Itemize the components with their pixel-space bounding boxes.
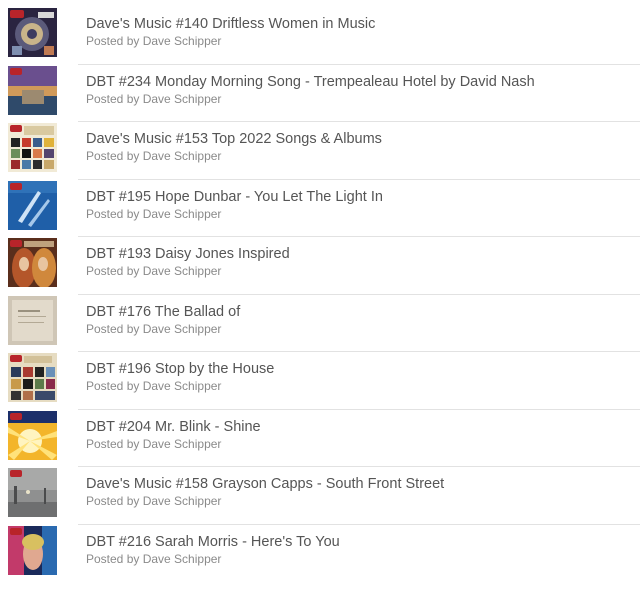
thumbnail-image (8, 295, 57, 345)
post-item: DBT #196 Stop by the House Posted by Dav… (0, 351, 640, 409)
post-thumbnail[interactable] (8, 295, 57, 345)
post-title[interactable]: DBT #216 Sarah Morris - Here's To You (86, 533, 632, 551)
thumbnail-image (8, 525, 57, 575)
post-title[interactable]: DBT #195 Hope Dunbar - You Let The Light… (86, 188, 632, 206)
post-byline: Posted by Dave Schipper (86, 321, 222, 336)
post-title[interactable]: Dave's Music #158 Grayson Capps - South … (86, 475, 632, 493)
post-title[interactable]: DBT #204 Mr. Blink - Shine (86, 418, 632, 436)
post-item: Dave's Music #158 Grayson Capps - South … (0, 466, 640, 524)
post-thumbnail[interactable] (8, 180, 57, 230)
post-byline: Posted by Dave Schipper (86, 34, 222, 48)
post-byline: Posted by Dave Schipper (86, 436, 222, 451)
post-title[interactable]: DBT #193 Daisy Jones Inspired (86, 245, 632, 263)
thumbnail-image (8, 468, 57, 517)
post-thumbnail[interactable] (8, 123, 57, 172)
post-item: DBT #216 Sarah Morris - Here's To You Po… (0, 523, 640, 582)
post-byline: Posted by Dave Schipper (86, 264, 222, 278)
post-title[interactable]: DBT #176 The Ballad of (86, 303, 632, 321)
post-thumbnail[interactable] (8, 65, 57, 115)
post-thumbnail[interactable] (8, 525, 57, 575)
post-byline: Posted by Dave Schipper (86, 91, 222, 106)
post-text: DBT #176 The Ballad of Posted by Dave Sc… (86, 303, 632, 337)
post-text: DBT #193 Daisy Jones Inspired Posted by … (86, 245, 632, 279)
post-byline: Posted by Dave Schipper (86, 379, 222, 393)
post-title[interactable]: DBT #196 Stop by the House (86, 360, 632, 378)
post-item: Dave's Music #153 Top 2022 Songs & Album… (0, 121, 640, 179)
post-thumbnail[interactable] (8, 410, 57, 460)
thumbnail-image (8, 410, 57, 460)
post-item: Dave's Music #140 Driftless Women in Mus… (0, 6, 640, 64)
post-item: DBT #193 Daisy Jones Inspired Posted by … (0, 236, 640, 294)
post-text: Dave's Music #153 Top 2022 Songs & Album… (86, 130, 632, 164)
post-text: Dave's Music #140 Driftless Women in Mus… (86, 15, 632, 49)
post-list: Dave's Music #140 Driftless Women in Mus… (0, 0, 640, 581)
post-item: DBT #176 The Ballad of Posted by Dave Sc… (0, 293, 640, 352)
thumbnail-image (8, 8, 57, 57)
thumbnail-image (8, 123, 57, 172)
post-thumbnail[interactable] (8, 468, 57, 517)
post-text: DBT #216 Sarah Morris - Here's To You Po… (86, 533, 632, 567)
post-text: DBT #234 Monday Morning Song - Trempeale… (86, 73, 632, 107)
post-title[interactable]: Dave's Music #140 Driftless Women in Mus… (86, 15, 632, 33)
thumbnail-image (8, 238, 57, 287)
post-text: DBT #195 Hope Dunbar - You Let The Light… (86, 188, 632, 222)
post-item: DBT #204 Mr. Blink - Shine Posted by Dav… (0, 408, 640, 467)
post-text: Dave's Music #158 Grayson Capps - South … (86, 475, 632, 509)
post-title[interactable]: DBT #234 Monday Morning Song - Trempeale… (86, 73, 632, 91)
post-item: DBT #195 Hope Dunbar - You Let The Light… (0, 178, 640, 237)
post-item: DBT #234 Monday Morning Song - Trempeale… (0, 63, 640, 122)
post-byline: Posted by Dave Schipper (86, 206, 222, 221)
thumbnail-image (8, 180, 57, 230)
post-text: DBT #196 Stop by the House Posted by Dav… (86, 360, 632, 394)
post-title[interactable]: Dave's Music #153 Top 2022 Songs & Album… (86, 130, 632, 148)
post-byline: Posted by Dave Schipper (86, 551, 222, 566)
thumbnail-image (8, 65, 57, 115)
post-byline: Posted by Dave Schipper (86, 494, 222, 508)
post-text: DBT #204 Mr. Blink - Shine Posted by Dav… (86, 418, 632, 452)
post-byline: Posted by Dave Schipper (86, 149, 222, 163)
post-thumbnail[interactable] (8, 8, 57, 57)
post-thumbnail[interactable] (8, 238, 57, 287)
thumbnail-image (8, 353, 57, 402)
post-thumbnail[interactable] (8, 353, 57, 402)
